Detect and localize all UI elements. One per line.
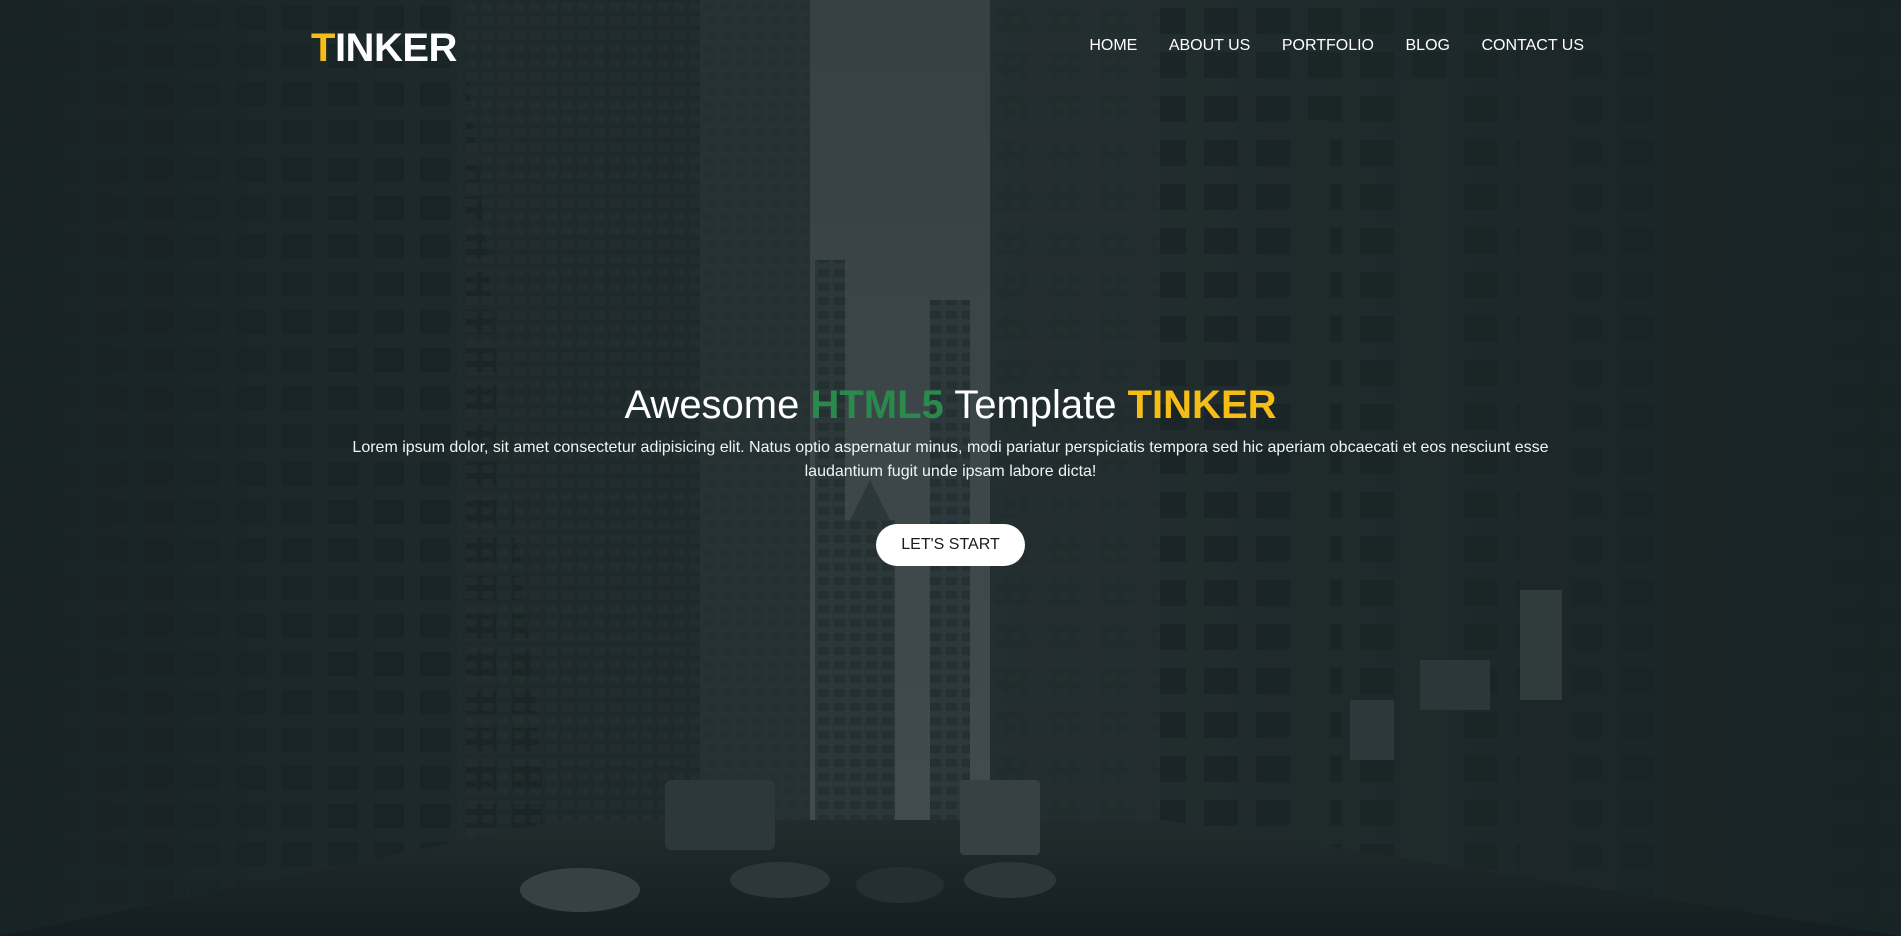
logo-rest: INKER: [334, 26, 457, 70]
site-header: TINKER HOME ABOUT US PORTFOLIO BLOG CONT…: [0, 0, 1901, 95]
nav-item-about-us[interactable]: ABOUT US: [1169, 34, 1251, 58]
logo-first-letter: T: [311, 26, 335, 70]
headline-tinker: TINKER: [1127, 383, 1277, 427]
nav-item-home[interactable]: HOME: [1089, 34, 1137, 58]
hero-headline: Awesome HTML5 Template TINKER: [0, 380, 1901, 430]
site-logo[interactable]: TINKER: [311, 24, 457, 72]
hero-content: Awesome HTML5 Template TINKER Lorem ipsu…: [0, 380, 1901, 566]
nav-item-blog[interactable]: BLOG: [1406, 34, 1450, 58]
lets-start-button[interactable]: LET'S START: [876, 524, 1025, 566]
nav-item-contact-us[interactable]: CONTACT US: [1481, 34, 1584, 58]
headline-html5: HTML5: [810, 383, 944, 427]
hero-subtitle: Lorem ipsum dolor, sit amet consectetur …: [352, 439, 1549, 480]
main-nav: HOME ABOUT US PORTFOLIO BLOG CONTACT US: [1089, 34, 1584, 58]
nav-item-portfolio[interactable]: PORTFOLIO: [1282, 34, 1374, 58]
headline-part1: Awesome: [624, 383, 811, 427]
headline-part2: Template: [943, 383, 1128, 427]
hero-section: TINKER HOME ABOUT US PORTFOLIO BLOG CONT…: [0, 0, 1901, 936]
